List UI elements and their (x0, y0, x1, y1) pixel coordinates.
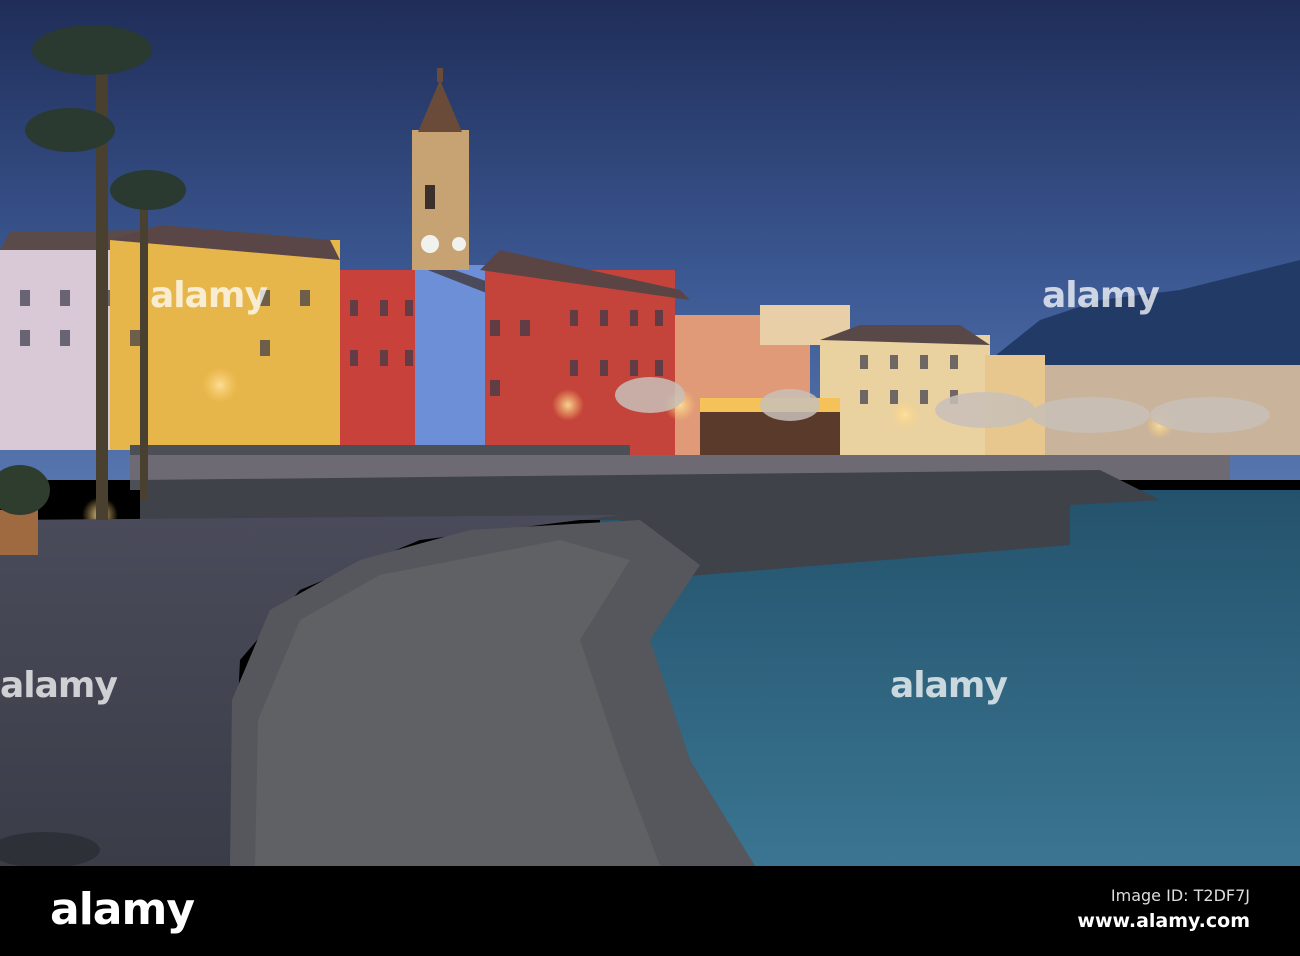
watermark-alamy: alamy (1042, 275, 1160, 316)
website-link[interactable]: www.alamy.com (1077, 910, 1250, 932)
planter (0, 510, 38, 555)
footer-bar: alamy Image ID: T2DF7J www.alamy.com (0, 866, 1300, 956)
watermark-alamy: alamy (150, 275, 268, 316)
image-id: Image ID: T2DF7J (1110, 886, 1250, 905)
alamy-logo: alamy (50, 884, 195, 935)
photo-ascona-promenade (0, 0, 1300, 866)
watermark-alamy: alamy (890, 665, 1008, 706)
stock-photo-page: alamy alamy alamy alamy alamy Image ID: … (0, 0, 1300, 956)
watermark-alamy: alamy (0, 665, 118, 706)
